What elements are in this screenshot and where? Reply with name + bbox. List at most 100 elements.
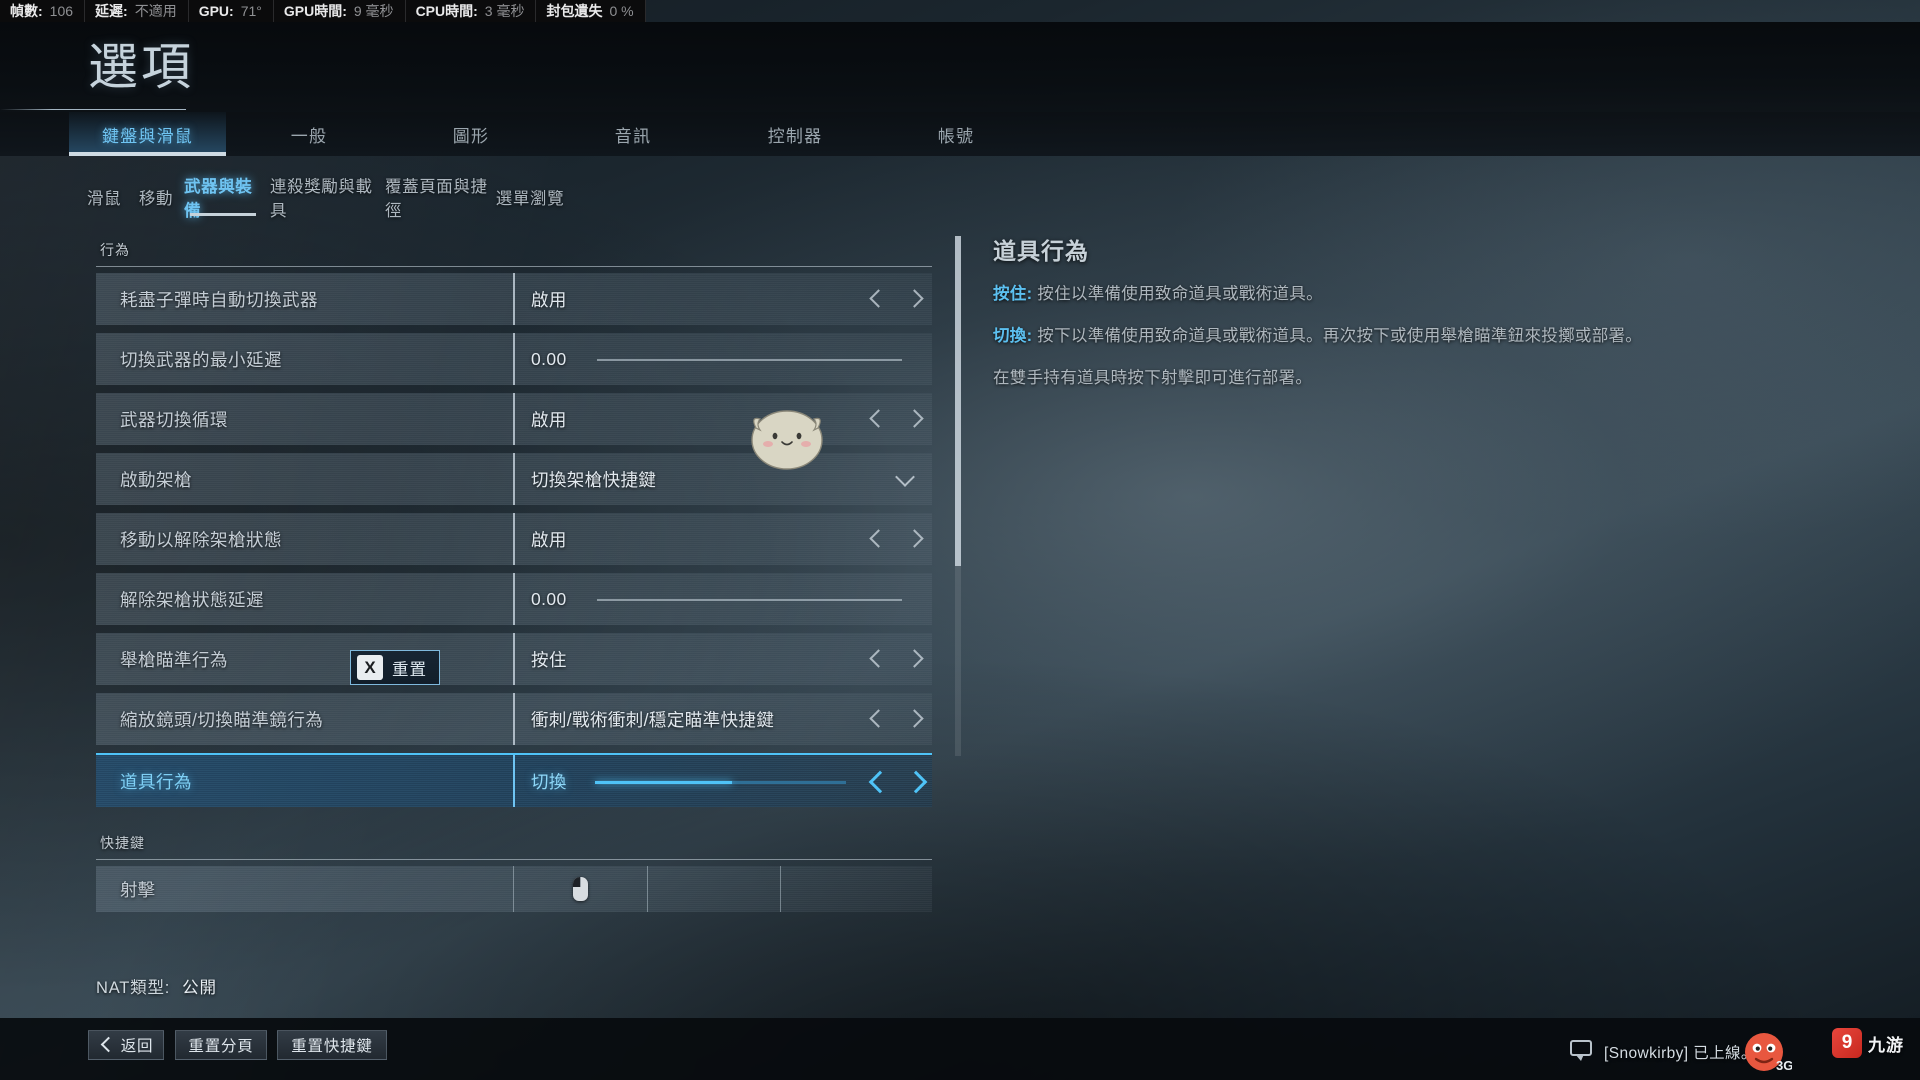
setting-slider[interactable] [597,359,902,361]
page-header: 選項 [0,22,1920,112]
primary-tab-label: 帳號 [937,126,975,146]
svg-text:3G: 3G [1776,1058,1792,1073]
bottom-button-label: 重置分頁 [188,1038,254,1055]
description-text: 在雙手持有道具時按下射擊即可進行部署。 [993,368,1313,387]
keybind-row-fire[interactable]: 射擊 [96,866,932,912]
bottom-button-label: 返回 [120,1038,154,1055]
setting-row[interactable]: 耗盡子彈時自動切換武器 啟用 [96,273,932,325]
setting-value-area[interactable]: 啟用 [513,393,932,445]
nat-type-status: NAT類型: 公開 [96,974,217,998]
setting-value-area[interactable]: 切換 [513,755,932,807]
primary-tab-label: 圖形 [452,126,490,146]
setting-label: 切換武器的最小延遲 [120,349,282,370]
page-title: 選項 [88,39,194,95]
group-divider [96,266,932,267]
setting-value-area[interactable]: 衝刺/戰術衝刺/穩定瞄準快捷鍵 [513,693,932,745]
group-heading-behavior: 行為 [100,242,130,258]
primary-tab-bar: 鍵盤與滑鼠 一般 圖形 音訊 控制器 帳號 [0,112,1920,156]
back-chevron-icon [99,1038,113,1052]
setting-slider-fill [595,781,732,784]
bottom-button-2[interactable]: 重置快捷鍵 [277,1030,387,1060]
settings-scrollbar[interactable] [955,236,961,756]
chevron-right-icon[interactable] [902,408,924,430]
primary-tab-4[interactable]: 控制器 [737,112,853,156]
chevron-left-icon[interactable] [866,408,888,430]
setting-value-area[interactable]: 切換架槍快捷鍵 [513,453,932,505]
secondary-tab-label: 滑鼠 [86,190,122,208]
perf-stat-cpu-time: CPU時間: 3 毫秒 [405,0,537,22]
secondary-tab-3[interactable]: 連殺獎勵與載具 [270,178,380,220]
setting-row[interactable]: 解除架槍狀態延遲 0.00 [96,573,932,625]
secondary-tab-0[interactable]: 滑鼠 [80,178,128,216]
chevron-left-icon[interactable] [866,648,888,670]
scrollbar-thumb[interactable] [955,236,961,566]
primary-tab-0[interactable]: 鍵盤與滑鼠 [69,112,226,156]
setting-value-area[interactable]: 0.00 [513,573,932,625]
primary-tab-1[interactable]: 一般 [254,112,364,156]
keybind-primary-slot[interactable] [513,866,647,912]
setting-row[interactable]: 切換武器的最小延遲 0.00 [96,333,932,385]
setting-value-area[interactable]: 啟用 [513,273,932,325]
primary-tab-5[interactable]: 帳號 [901,112,1011,156]
setting-stepper [866,273,924,325]
primary-tab-3[interactable]: 音訊 [578,112,688,156]
setting-row[interactable]: 舉槍瞄準行為 按住 [96,633,932,685]
setting-value-area[interactable]: 啟用 [513,513,932,565]
primary-tab-label: 音訊 [614,126,652,146]
setting-value-area[interactable]: 0.00 [513,333,932,385]
setting-label: 舉槍瞄準行為 [120,649,228,670]
setting-row[interactable]: 縮放鏡頭/切換瞄準鏡行為 衝刺/戰術衝刺/穩定瞄準快捷鍵 [96,693,932,745]
chevron-right-icon[interactable] [902,770,924,792]
setting-row-selected[interactable]: 道具行為 切換 [96,753,932,807]
perf-label: CPU時間: [415,3,478,19]
setting-label: 道具行為 [120,771,192,792]
perf-value: 3 毫秒 [484,3,525,19]
setting-value-area[interactable]: 按住 [513,633,932,685]
bottom-button-1[interactable]: 重置分頁 [175,1030,267,1060]
setting-stepper [866,755,924,807]
description-panel: 道具行為 按住: 按住以準備使用致命道具或戰術道具。 切換: 按下以準備使用致命道… [993,232,1783,407]
chevron-right-icon[interactable] [902,528,924,550]
setting-row[interactable]: 移動以解除架槍狀態 啟用 [96,513,932,565]
chevron-right-icon[interactable] [902,648,924,670]
bottom-button-0[interactable]: 返回 [88,1030,164,1060]
secondary-tab-1[interactable]: 移動 [132,178,180,216]
setting-slider[interactable] [597,599,902,601]
watermark-mascot-icon: 3G [1745,1033,1792,1073]
secondary-tab-label: 武器與裝備 [184,178,253,220]
reset-hint-tooltip[interactable]: X 重置 [350,650,440,685]
chevron-right-icon[interactable] [902,708,924,730]
nat-label: NAT類型: [96,979,171,997]
description-paragraph: 按住: 按住以準備使用致命道具或戰術道具。 [993,282,1783,307]
setting-stepper [866,393,924,445]
secondary-tab-5[interactable]: 選單瀏覽 [494,178,566,216]
title-divider [0,109,186,110]
secondary-tab-2[interactable]: 武器與裝備 [184,178,262,220]
setting-value: 衝刺/戰術衝刺/穩定瞄準快捷鍵 [531,709,775,730]
description-title: 道具行為 [993,238,1089,264]
reset-key-badge: X [357,655,383,680]
chevron-left-icon[interactable] [866,708,888,730]
setting-value: 啟用 [531,529,567,550]
secondary-tab-4[interactable]: 覆蓋頁面與捷徑 [385,178,495,220]
secondary-tab-label: 選單瀏覽 [495,190,565,208]
chevron-left-icon[interactable] [866,770,888,792]
primary-tab-2[interactable]: 圖形 [416,112,526,156]
setting-label: 解除架槍狀態延遲 [120,589,264,610]
keybind-secondary-slot[interactable] [647,866,781,912]
brand-logo-icon: 9 [1832,1028,1862,1058]
chevron-right-icon[interactable] [902,288,924,310]
chevron-left-icon[interactable] [866,288,888,310]
primary-tab-label: 鍵盤與滑鼠 [102,126,193,146]
setting-label: 武器切換循環 [120,409,228,430]
description-term: 按住: [993,285,1033,303]
group-divider [96,859,932,860]
setting-label: 縮放鏡頭/切換瞄準鏡行為 [120,709,324,730]
setting-value: 啟用 [531,409,567,430]
chevron-down-icon[interactable] [896,470,914,488]
perf-stat-packet-loss: 封包遺失 0 % [536,0,646,22]
settings-list: 行為 耗盡子彈時自動切換武器 啟用 切換武器的最小延遲 0.00 武器切換循環 啟用 啟動架… [96,240,932,912]
setting-label: 啟動架槍 [120,469,192,490]
chevron-left-icon[interactable] [866,528,888,550]
setting-value: 切換架槍快捷鍵 [531,469,657,490]
